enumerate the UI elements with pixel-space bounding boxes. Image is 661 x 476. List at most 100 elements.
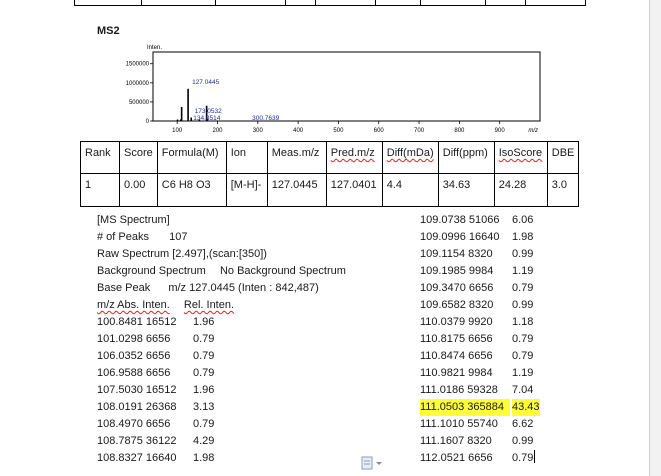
right-peak-mz-abs: 109.1154 8320: [420, 248, 493, 260]
right-peak-mz-abs: 109.3470 6656: [420, 282, 494, 294]
cell-score: 0.00: [119, 173, 158, 207]
left-peak-mz-abs: 108.4970 6656: [97, 418, 171, 430]
header-score: Score: [119, 141, 158, 174]
left-peak-mz-abs: 106.0352 6656: [97, 350, 171, 362]
y-tick-label: 0: [146, 119, 150, 125]
x-tick-label: 600: [374, 128, 385, 134]
right-peak-mz-abs: 109.1985 9984: [420, 265, 494, 277]
x-unit-label: m/z: [528, 128, 538, 134]
num-peaks-label: # of Peaks: [97, 231, 149, 243]
right-peak-rel-inten: 43.43: [512, 399, 540, 416]
results-header-row: Rank Score Formula(M) Ion Meas.m/z Pred.…: [80, 141, 580, 174]
header-isoscore: IsoScore: [493, 141, 548, 174]
cell-diff-ppm: 34.63: [437, 173, 495, 207]
left-peak-mz-abs: 108.0191 26368: [97, 401, 177, 413]
col-header-rel: Rel. Inten.: [183, 299, 235, 311]
cell-meas-mz: 127.0445: [266, 173, 327, 207]
peak-label: 173.0532: [195, 108, 222, 115]
paste-options-icon[interactable]: [361, 456, 383, 470]
header-pred-mz-text: Pred.m/z: [330, 147, 375, 159]
left-peak-rel-inten: 0.79: [193, 333, 215, 345]
results-row: 1 0.00 C6 H8 O3 [M-H]- 127.0445 127.0401…: [80, 173, 580, 207]
header-isoscore-text: IsoScore: [498, 147, 543, 159]
left-peak-rel-inten: 1.98: [193, 452, 215, 464]
cell-rank: 1: [80, 173, 120, 207]
document-page: MS2 Inten. 1500000 1000000 500000 0 100 200 300…: [0, 0, 661, 476]
peak-label: 300.7639: [252, 115, 279, 122]
left-peak-rel-inten: 4.29: [193, 435, 215, 447]
results-table[interactable]: Rank Score Formula(M) Ion Meas.m/z Pred.…: [80, 141, 580, 207]
right-peak-mz-abs: 111.1607 8320: [420, 435, 492, 447]
left-peak-rel-inten: 0.79: [193, 367, 215, 379]
base-peak-label: Base Peak: [97, 282, 151, 294]
header-ion: Ion: [225, 141, 268, 174]
num-peaks-value: 107: [169, 231, 188, 243]
cell-diff-mda: 4.4: [381, 173, 439, 207]
right-peak-rel-inten: 1.19: [512, 265, 534, 277]
right-peak-rel-inten: 6.06: [512, 214, 534, 226]
cell-ion: [M-H]-: [225, 173, 268, 207]
header-pred-mz: Pred.m/z: [325, 141, 383, 174]
right-peak-rel-inten: 0.79: [512, 450, 536, 464]
raw-spectrum-line: Raw Spectrum [2.497],(scan:[350]): [97, 248, 267, 260]
right-peak-mz-abs: 111.1010 55740: [420, 418, 498, 430]
right-peak-mz-abs: 110.0379 9920: [420, 316, 493, 328]
header-formula: Formula(M): [156, 141, 227, 174]
left-peak-rel-inten: 1.96: [193, 316, 215, 328]
cell-pred-mz: 127.0401: [325, 173, 383, 207]
right-peak-mz-abs: 109.6582 8320: [420, 299, 494, 311]
left-peak-rel-inten: 0.79: [193, 350, 215, 362]
right-peak-mz-abs: 110.8175 6656: [420, 333, 493, 345]
base-peak-value: m/z 127.0445 (Inten : 842,487): [168, 282, 319, 294]
right-peak-rel-inten: 0.79: [512, 282, 534, 294]
y-tick-label: 500000: [129, 100, 150, 106]
right-peak-rel-inten: 1.18: [512, 316, 534, 328]
cell-dbe: 3.0: [546, 173, 580, 207]
x-tick-label: 900: [495, 128, 506, 134]
x-tick-label: 100: [172, 128, 183, 134]
x-tick-label: 700: [414, 128, 425, 134]
header-diff-mda-text: Diff(mDa): [386, 147, 434, 159]
y-axis-label: Inten.: [147, 45, 162, 51]
background-value: No Background Spectrum: [219, 265, 346, 277]
left-peak-rel-inten: 0.79: [193, 418, 215, 430]
ms-spectrum-heading: [MS Spectrum]: [97, 214, 170, 226]
section-title: MS2: [97, 25, 120, 37]
right-peak-mz-abs: 112.0521 6656: [420, 452, 493, 464]
base-peak-line: Base Peak m/z 127.0445 (Inten : 842,487): [97, 280, 319, 297]
header-diff-mda: Diff(mDa): [381, 141, 439, 174]
background-label: Background Spectrum: [97, 265, 206, 277]
header-rank: Rank: [80, 141, 120, 174]
right-peak-rel-inten: 0.99: [512, 299, 534, 311]
num-peaks-line: # of Peaks 107: [97, 229, 187, 246]
left-peak-mz-abs: 101.0298 6656: [97, 333, 171, 345]
x-tick-label: 200: [212, 128, 223, 134]
text-cursor: [534, 450, 536, 463]
right-peak-rel-inten: 0.99: [512, 248, 534, 260]
x-tick-label: 800: [454, 128, 465, 134]
cell-formula: C6 H8 O3: [156, 173, 227, 207]
header-diff-ppm: Diff(ppm): [437, 141, 495, 174]
ms2-spectrum-chart[interactable]: Inten. 1500000 1000000 500000 0 100 200 300 400 5…: [110, 45, 550, 138]
right-peak-rel-inten: 0.99: [512, 435, 534, 447]
right-peak-rel-inten: 7.04: [512, 384, 534, 396]
left-peak-rel-inten: 1.96: [193, 384, 215, 396]
x-tick-label: 400: [293, 128, 304, 134]
right-peak-rel-inten: 1.19: [512, 367, 534, 379]
page-edge: [649, 0, 661, 476]
left-peak-mz-abs: 100.8481 16512: [97, 316, 177, 328]
col-header-abs: m/z Abs. Inten.: [97, 299, 170, 311]
y-tick-label: 1500000: [126, 62, 150, 68]
right-peak-rel-inten: 0.79: [512, 333, 534, 345]
right-peak-mz-abs: 111.0503 365884: [420, 399, 511, 416]
header-dbe: DBE: [546, 141, 580, 174]
left-peak-mz-abs: 106.9588 6656: [97, 367, 171, 379]
x-tick-label: 500: [333, 128, 344, 134]
cell-isoscore: 24.28: [493, 173, 548, 207]
right-peak-rel-inten: 0.79: [512, 350, 534, 362]
previous-table-bottom: [74, 0, 586, 6]
background-line: Background Spectrum No Background Spectr…: [97, 263, 346, 280]
right-peak-mz-abs: 111.0186 59328: [420, 384, 498, 396]
right-peak-mz-abs: 109.0738 51066: [420, 214, 500, 226]
peak-label: 127.0445: [192, 79, 219, 86]
